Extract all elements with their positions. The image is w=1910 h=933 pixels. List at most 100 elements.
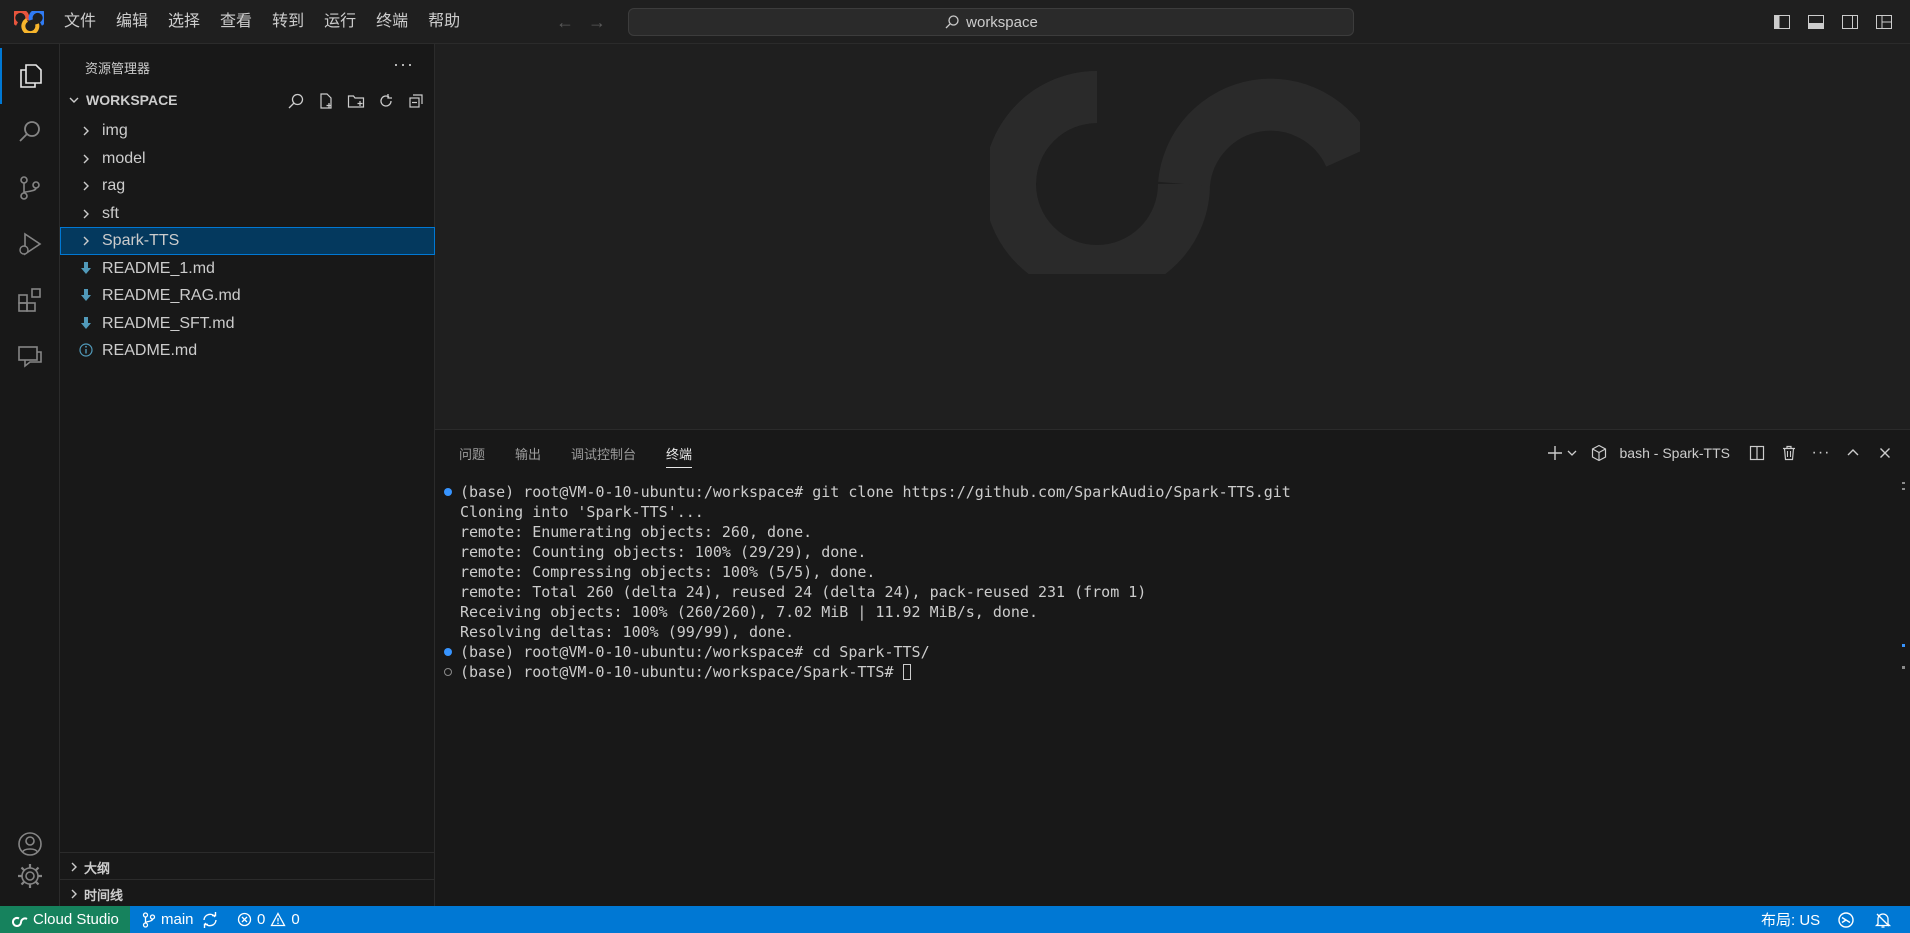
tree-item-label: README_RAG.md <box>102 287 241 304</box>
keyboard-layout[interactable]: 布局: US <box>1761 906 1820 933</box>
terminal-line-text: (base) root@VM-0-10-ubuntu:/workspace# g… <box>460 483 1291 501</box>
maximize-panel-icon[interactable] <box>1842 442 1864 464</box>
timeline-label: 时间线 <box>84 888 124 903</box>
error-icon <box>237 912 252 927</box>
error-count: 0 <box>257 911 266 928</box>
tab-output[interactable]: 输出 <box>515 444 541 468</box>
explorer-icon[interactable] <box>0 48 60 104</box>
tab-problems[interactable]: 问题 <box>459 444 485 468</box>
terminal-name[interactable]: bash - Spark-TTS <box>1620 445 1730 461</box>
terminal-line-text: remote: Compressing objects: 100% (5/5),… <box>460 563 876 581</box>
menu-item-0[interactable]: 文件 <box>56 0 104 44</box>
explorer-sidebar: 资源管理器 ··· WORKSPACE img model rag sft Sp… <box>60 44 435 906</box>
terminal-line-text: Resolving deltas: 100% (99/99), done. <box>460 623 795 641</box>
outline-label: 大纲 <box>84 861 111 876</box>
more-actions-icon[interactable]: ··· <box>1810 442 1832 464</box>
tree-item-label: README.md <box>102 342 198 359</box>
chevron-down-icon[interactable] <box>1566 442 1578 464</box>
tree-item-folder[interactable]: img <box>60 117 435 145</box>
tab-terminal[interactable]: 终端 <box>666 444 693 468</box>
close-panel-icon[interactable] <box>1874 442 1896 464</box>
remote-explorer-icon[interactable] <box>0 328 60 384</box>
extensions-icon[interactable] <box>0 272 60 328</box>
tab-debug-console[interactable]: 调试控制台 <box>571 444 636 468</box>
refresh-icon[interactable] <box>375 90 397 112</box>
collapse-all-icon[interactable] <box>405 90 427 112</box>
tree-item-folder[interactable]: rag <box>60 172 435 200</box>
terminal-line-text: remote: Total 260 (delta 24), reused 24 … <box>460 583 1147 601</box>
settings-gear-icon[interactable] <box>0 848 60 904</box>
workspace-title: WORKSPACE <box>86 92 178 108</box>
terminal-line: remote: Total 260 (delta 24), reused 24 … <box>435 582 1885 602</box>
problems-indicator[interactable]: 0 0 <box>237 906 300 933</box>
forward-arrow-icon[interactable]: → <box>588 12 606 32</box>
sync-icon[interactable] <box>201 906 219 933</box>
tree-item-folder-selected[interactable]: Spark-TTS <box>60 227 435 255</box>
git-branch-icon <box>142 911 156 928</box>
outline-section[interactable]: 大纲 <box>60 852 435 879</box>
terminal-line-text: (base) root@VM-0-10-ubuntu:/workspace/Sp… <box>460 663 903 681</box>
tree-item-file[interactable]: README_RAG.md <box>60 282 435 310</box>
new-terminal-icon[interactable] <box>1544 442 1566 464</box>
markdown-file-icon <box>81 316 91 329</box>
more-actions-icon[interactable]: ··· <box>393 54 414 75</box>
remote-indicator[interactable]: Cloud Studio <box>0 906 130 933</box>
search-view-icon[interactable] <box>0 104 60 160</box>
back-arrow-icon[interactable]: ← <box>556 12 574 32</box>
tree-item-folder[interactable]: sft <box>60 200 435 228</box>
run-debug-icon[interactable] <box>0 216 60 272</box>
explorer-actions <box>285 90 427 112</box>
chevron-right-icon <box>83 181 89 191</box>
command-success-marker-icon[interactable] <box>444 488 452 496</box>
tree-item-label: README_1.md <box>102 259 215 277</box>
terminal-line: (base) root@VM-0-10-ubuntu:/workspace# g… <box>435 482 1885 502</box>
new-folder-icon[interactable] <box>345 90 367 112</box>
remote-label: Cloud Studio <box>33 911 119 928</box>
menu-item-4[interactable]: 转到 <box>264 0 312 44</box>
timeline-section[interactable]: 时间线 <box>60 879 435 906</box>
panel-actions: bash - Spark-TTS ··· <box>1544 442 1896 464</box>
status-bar: Cloud Studio main 0 0 布局: US <box>0 906 1910 933</box>
menu-item-3[interactable]: 查看 <box>212 0 260 44</box>
tree-item-label: rag <box>102 177 126 194</box>
workspace-header[interactable]: WORKSPACE <box>60 90 435 112</box>
menu-item-1[interactable]: 编辑 <box>108 0 156 44</box>
menu-item-2[interactable]: 选择 <box>160 0 208 44</box>
notifications-bell-icon[interactable] <box>1874 906 1892 933</box>
terminal-line-text: Cloning into 'Spark-TTS'... <box>460 503 704 521</box>
search-files-icon[interactable] <box>285 90 307 112</box>
source-control-icon[interactable] <box>0 160 60 216</box>
terminal-line-text: remote: Counting objects: 100% (29/29), … <box>460 543 867 561</box>
split-terminal-icon[interactable] <box>1746 442 1768 464</box>
tree-item-file[interactable]: README.md <box>60 337 435 365</box>
git-branch-indicator[interactable]: main <box>142 906 194 933</box>
toggle-panel-icon[interactable] <box>1806 12 1826 32</box>
menu-item-7[interactable]: 帮助 <box>420 0 468 44</box>
chevron-right-icon <box>71 862 77 872</box>
cloud-studio-logo-icon[interactable] <box>14 11 44 33</box>
layout-controls <box>1772 12 1894 32</box>
tree-item-folder[interactable]: model <box>60 145 435 173</box>
new-file-icon[interactable] <box>315 90 337 112</box>
menu-item-5[interactable]: 运行 <box>316 0 364 44</box>
tree-item-label: Spark-TTS <box>102 232 180 249</box>
terminal-output[interactable]: (base) root@VM-0-10-ubuntu:/workspace# g… <box>435 482 1885 682</box>
bottom-panel: 问题 输出 调试控制台 终端 bash - Spark-TTS ··· (bas… <box>435 429 1910 906</box>
toggle-primary-sidebar-icon[interactable] <box>1772 12 1792 32</box>
trash-icon[interactable] <box>1778 442 1800 464</box>
sidebar-title: 资源管理器 <box>85 61 151 76</box>
terminal-line: remote: Counting objects: 100% (29/29), … <box>435 542 1885 562</box>
chevron-down-icon <box>69 97 79 103</box>
tree-item-file[interactable]: README_SFT.md <box>60 310 435 338</box>
toggle-secondary-sidebar-icon[interactable] <box>1840 12 1860 32</box>
tree-item-file[interactable]: README_1.md <box>60 255 435 283</box>
markdown-file-icon <box>81 289 91 301</box>
warning-count: 0 <box>291 911 300 928</box>
command-success-marker-icon[interactable] <box>444 648 452 656</box>
command-pending-marker-icon[interactable] <box>444 668 452 676</box>
file-tree: img model rag sft Spark-TTS README_1.md … <box>60 117 435 365</box>
copilot-icon[interactable] <box>1837 906 1855 933</box>
command-center-search[interactable]: workspace <box>628 8 1354 36</box>
customize-layout-icon[interactable] <box>1874 12 1894 32</box>
menu-item-6[interactable]: 终端 <box>368 0 416 44</box>
